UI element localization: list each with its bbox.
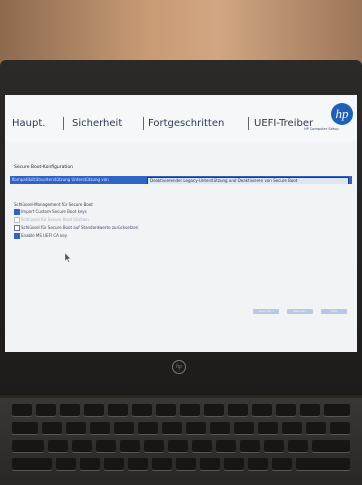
key-management-title: Schlüssel-Management für Secure Boot [14,202,93,207]
save-button[interactable]: Speichern [253,309,279,314]
laptop-keyboard [0,398,362,485]
tab-divider [248,117,249,130]
bios-screen: Haupt. Sicherheit Fortgeschritten UEFI-T… [5,95,357,352]
tab-divider [63,117,64,130]
exit-button[interactable]: Beenden [287,309,313,314]
checkbox-checked[interactable] [14,209,20,215]
setup-subtitle: HP Computer Setup [304,127,339,131]
hp-logo: hp [331,103,353,125]
checkbox[interactable] [14,217,20,223]
tab-divider [143,117,144,130]
mouse-cursor-icon [65,253,71,263]
checkbox[interactable] [14,225,20,231]
option-label: Schlüssel für Secure Boot auf Standardwe… [21,224,139,230]
tab-advanced[interactable]: Fortgeschritten [148,118,224,129]
section-title: Secure Boot-Konfiguration [14,165,73,170]
secure-boot-mode-select[interactable]: Deaktivierender Legacy-Unterstützung und… [147,176,349,184]
tab-main[interactable]: Haupt. [12,118,45,129]
checkbox-checked[interactable] [14,233,20,239]
tab-security[interactable]: Sicherheit [72,118,122,129]
option-label: Schlüssel für Secure Boot löschen [21,216,89,222]
bios-header: Haupt. Sicherheit Fortgeschritten UEFI-T… [5,95,357,141]
secure-boot-config-row[interactable]: Kompatibilitätsunterstützung Unterstützu… [10,176,352,184]
option-label: Import Custom Secure Boot keys [21,208,87,214]
option-label: Enable MS UEFI CA key [21,232,68,238]
dropdown-label: Kompatibilitätsunterstützung Unterstützu… [12,177,109,182]
help-button[interactable]: Hilfe [321,309,347,314]
selected-value: Deaktivierender Legacy-Unterstützung und… [150,178,298,183]
hp-bezel-logo-icon: hp [172,360,186,374]
